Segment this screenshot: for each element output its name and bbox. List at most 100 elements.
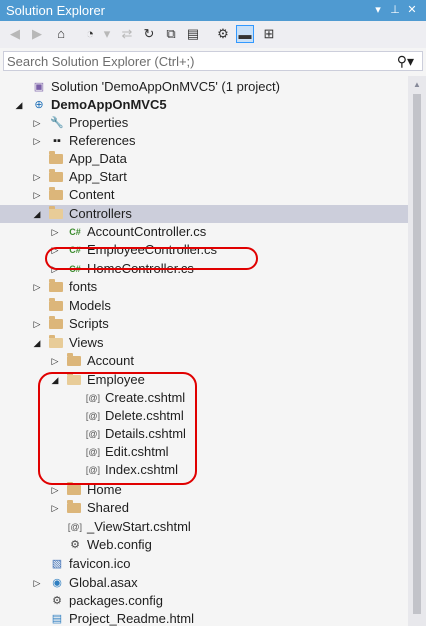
tree-item-label: favicon.ico xyxy=(69,556,131,571)
razor-file-icon: [@] xyxy=(85,429,101,439)
collapse-all-icon[interactable]: ⧉ xyxy=(162,25,180,43)
open-folder-icon xyxy=(49,206,63,219)
history-icon[interactable]: ◔ xyxy=(81,25,99,43)
class-diagram-icon[interactable]: ⊞ xyxy=(260,25,278,43)
tree-item[interactable]: [@] Edit.cshtml xyxy=(0,443,408,461)
razor-file-icon: [@] xyxy=(67,522,83,532)
tree-item[interactable]: ▷ 🔧 Properties xyxy=(0,114,408,132)
tree-item-label: Project_Readme.html xyxy=(69,611,194,626)
csharp-file-icon: C# xyxy=(69,264,81,274)
auto-hide-pin-icon[interactable]: ⊥ xyxy=(388,2,402,18)
tree-item[interactable]: ◢ ⊕ DemoAppOnMVC5 xyxy=(0,96,408,114)
tree-item[interactable]: ▷ C# EmployeeController.cs xyxy=(0,241,408,259)
sync-icon[interactable]: ⇄ xyxy=(118,25,136,43)
expand-arrow-icon[interactable]: ▷ xyxy=(50,224,60,240)
folder-icon xyxy=(49,151,63,164)
collapse-arrow-icon[interactable]: ◢ xyxy=(32,335,42,351)
scrollbar-thumb[interactable] xyxy=(413,94,421,614)
close-icon[interactable]: ✕ xyxy=(405,2,419,18)
tree-item-label: Home xyxy=(87,482,122,497)
home-icon[interactable]: ⌂ xyxy=(52,25,70,43)
expand-arrow-icon[interactable]: ▷ xyxy=(32,169,42,185)
expand-arrow-icon[interactable]: ▷ xyxy=(32,133,42,149)
tree-item[interactable]: [@] Index.cshtml xyxy=(0,461,408,479)
tree-item-label: AccountController.cs xyxy=(87,224,207,239)
tree-item[interactable]: ▧ favicon.ico xyxy=(0,555,408,573)
razor-file-icon: [@] xyxy=(85,465,101,475)
tree-item-label: Content xyxy=(69,187,115,202)
expand-arrow-icon[interactable]: ▷ xyxy=(32,279,42,295)
search-icon[interactable]: ⚲▾ xyxy=(397,52,414,70)
expand-arrow-icon[interactable]: ▷ xyxy=(32,575,42,591)
expand-arrow-icon[interactable]: ▷ xyxy=(50,242,60,258)
tree-item[interactable]: ▷ Shared xyxy=(0,499,408,517)
tree-item[interactable]: [@] _ViewStart.cshtml xyxy=(0,518,408,536)
tree-item[interactable]: [@] Details.cshtml xyxy=(0,425,408,443)
tree-item-label: Global.asax xyxy=(69,575,138,590)
tree-item[interactable]: ▣ Solution 'DemoAppOnMVC5' (1 project) xyxy=(0,78,408,96)
tree-item[interactable]: ◢ Views xyxy=(0,334,408,352)
expand-arrow-icon[interactable]: ▷ xyxy=(50,353,60,369)
expand-arrow-icon[interactable]: ▷ xyxy=(50,482,60,498)
expand-arrow-icon[interactable]: ▷ xyxy=(50,261,60,277)
preview-selected-items-icon[interactable]: ▬ xyxy=(236,25,254,43)
tree-item-label: Create.cshtml xyxy=(105,390,186,405)
tree-item-label: Delete.cshtml xyxy=(105,408,184,423)
tree-item-label: EmployeeController.cs xyxy=(87,242,218,257)
config-file-icon: ⚙ xyxy=(70,539,80,551)
tree-item[interactable]: ▤ Project_Readme.html xyxy=(0,610,408,626)
tree-item[interactable]: ◢ Controllers xyxy=(0,205,408,223)
tree-item[interactable]: ▷ App_Start xyxy=(0,168,408,186)
tree-item[interactable]: ⚙ Web.config xyxy=(0,536,408,554)
tree-item[interactable]: ◢ Employee xyxy=(0,371,408,389)
search-input[interactable] xyxy=(6,52,387,70)
expand-arrow-icon[interactable]: ▷ xyxy=(32,115,42,131)
search-box[interactable]: ⚲▾ xyxy=(3,51,423,71)
tree-item-label: HomeController.cs xyxy=(87,261,194,276)
expand-arrow-icon[interactable]: ▷ xyxy=(32,187,42,203)
refresh-icon[interactable]: ↻ xyxy=(140,25,158,43)
html-file-icon: ▤ xyxy=(51,613,63,625)
window-position-dropdown-icon[interactable]: ▾ xyxy=(371,2,385,18)
collapse-arrow-icon[interactable]: ◢ xyxy=(14,97,24,113)
expand-arrow-icon[interactable]: ▷ xyxy=(32,316,42,332)
global-asax-icon: ◉ xyxy=(52,577,62,589)
tree-item-label: packages.config xyxy=(69,593,163,608)
tree-item[interactable]: ▷ ◉ Global.asax xyxy=(0,574,408,592)
tree-item[interactable]: App_Data xyxy=(0,150,408,168)
tree-item[interactable]: ▷ ▪▪ References xyxy=(0,132,408,150)
tree-item[interactable]: ▷ C# AccountController.cs xyxy=(0,223,408,241)
properties-icon[interactable]: ⚙ xyxy=(214,25,232,43)
tree-item[interactable]: Models xyxy=(0,297,408,315)
folder-icon xyxy=(49,279,63,292)
folder-icon xyxy=(49,316,63,329)
tree-item-label: References xyxy=(69,133,136,148)
vertical-scrollbar[interactable]: ▲ xyxy=(408,76,426,626)
tree-item[interactable]: ▷ Home xyxy=(0,481,408,499)
expand-arrow-icon[interactable]: ▷ xyxy=(50,500,60,516)
collapse-arrow-icon[interactable]: ◢ xyxy=(32,206,42,222)
tree-item[interactable]: ⚙ packages.config xyxy=(0,592,408,610)
tree-item[interactable]: [@] Delete.cshtml xyxy=(0,407,408,425)
folder-icon xyxy=(49,169,63,182)
solution-tree: ▣ Solution 'DemoAppOnMVC5' (1 project) ◢ ⊕ D… xyxy=(0,76,408,626)
tree-item[interactable]: [@] Create.cshtml xyxy=(0,389,408,407)
tree-item[interactable]: ▷ Content xyxy=(0,186,408,204)
csharp-file-icon: C# xyxy=(69,245,81,255)
tree-item-label: App_Start xyxy=(69,169,127,184)
collapse-arrow-icon[interactable]: ◢ xyxy=(50,372,60,388)
history-dropdown-icon[interactable]: ▾ xyxy=(98,25,116,43)
forward-icon[interactable]: ▶ xyxy=(28,25,46,43)
tree-item-label: App_Data xyxy=(69,151,127,166)
title-bar: Solution Explorer ▾ ⊥ ✕ xyxy=(0,0,426,21)
back-icon[interactable]: ◀ xyxy=(6,25,24,43)
tree-item-label: Scripts xyxy=(69,316,109,331)
scroll-up-icon[interactable]: ▲ xyxy=(413,80,421,89)
tree-item[interactable]: ▷ Scripts xyxy=(0,315,408,333)
tree-item[interactable]: ▷ Account xyxy=(0,352,408,370)
tree-item[interactable]: ▷ fonts xyxy=(0,278,408,296)
folder-icon xyxy=(67,353,81,366)
show-all-files-icon[interactable]: ▤ xyxy=(184,25,202,43)
tree-item[interactable]: ▷ C# HomeController.cs xyxy=(0,260,408,278)
tree-item-label: Shared xyxy=(87,500,129,515)
